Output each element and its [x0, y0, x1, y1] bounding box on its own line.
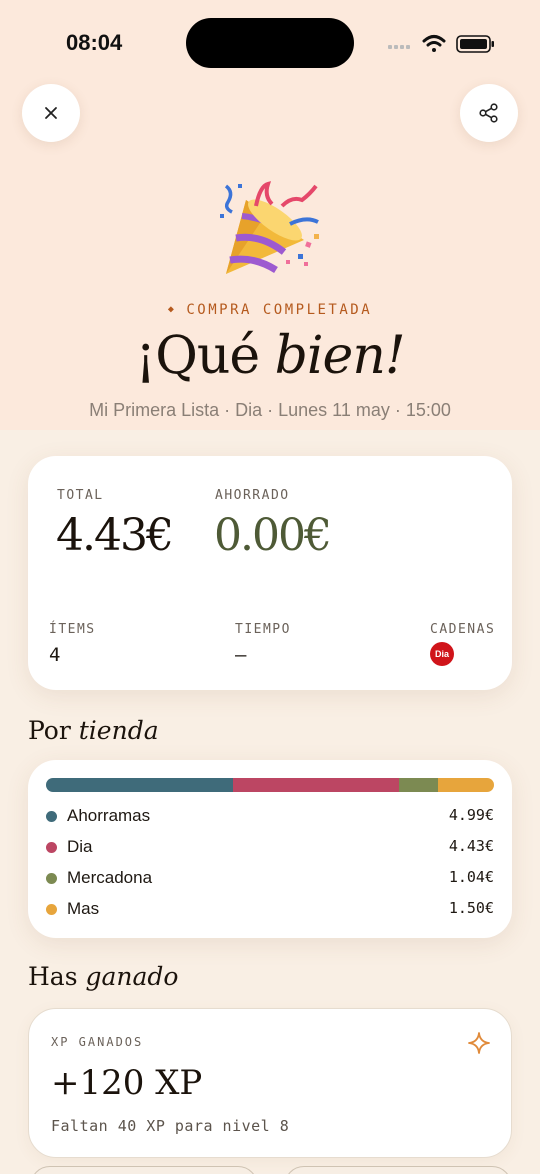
store-amount: 1.04€: [448, 868, 494, 886]
wifi-icon: [422, 35, 446, 52]
store-amount: 1.50€: [448, 899, 494, 917]
store-breakdown-card: Ahorramas 4.99€ Dia 4.43€ Mercadona 1.04€ Mas 1…: [28, 760, 512, 938]
saved-label: AHORRADO: [215, 488, 290, 503]
sparkle-icon: [468, 1032, 490, 1054]
items-value: 4: [49, 644, 61, 666]
store-color-dot: [46, 842, 57, 853]
share-icon: [479, 103, 498, 123]
store-bar-segment: [46, 778, 233, 792]
time-value: –: [235, 644, 247, 666]
store-name: Mercadona: [67, 868, 153, 887]
diamond-icon: ◆: [167, 304, 177, 315]
store-legend-row: Ahorramas 4.99€: [46, 804, 494, 828]
signal-icon: [388, 45, 410, 49]
store-legend-row: Dia 4.43€: [46, 835, 494, 859]
chains-label: CADENAS: [430, 622, 496, 637]
battery-icon: [456, 35, 494, 53]
purchase-details: Mi Primera Lista · Dia · Lunes 11 may · …: [89, 400, 451, 420]
close-icon: [45, 107, 57, 119]
total-label: TOTAL: [57, 488, 104, 503]
store-color-dot: [46, 873, 57, 884]
earned-title-text: Has: [28, 962, 86, 991]
store-bar-segment: [398, 778, 438, 792]
store-legend-row: Mercadona 1.04€: [46, 866, 494, 890]
total-value: 4.43€: [56, 510, 174, 561]
action-button-right[interactable]: [284, 1166, 512, 1174]
store-name: Dia: [67, 837, 93, 856]
store-bar-segment: [232, 778, 399, 792]
store-amount: 4.99€: [448, 806, 494, 824]
party-popper-icon: [220, 181, 319, 274]
xp-card: XP GANADOS +120 XP Faltan 40 XP para niv…: [28, 1008, 512, 1158]
status-icons: [388, 35, 494, 53]
by-store-title: Por tienda: [28, 716, 159, 745]
store-color-dot: [46, 811, 57, 822]
action-button-left[interactable]: [30, 1166, 258, 1174]
by-store-title-emphasis: tienda: [78, 716, 159, 745]
eyebrow-text: COMPRA COMPLETADA: [186, 302, 373, 318]
xp-label: XP GANADOS: [51, 1035, 144, 1049]
close-button[interactable]: [22, 84, 80, 142]
completed-eyebrow: ◆ COMPRA COMPLETADA: [0, 302, 540, 318]
by-store-title-text: Por: [28, 716, 79, 745]
status-time: 08:04: [66, 30, 123, 55]
page-title: ¡Qué bien!: [0, 326, 540, 386]
store-share-bar: [46, 778, 494, 792]
earned-title: Has ganado: [28, 962, 178, 991]
headline-text: ¡Qué: [135, 326, 275, 386]
store-color-dot: [46, 904, 57, 915]
summary-card: TOTAL 4.43€ AHORRADO 0.00€ ÍTEMS 4 TIEMP…: [28, 456, 512, 690]
dia-logo: Dia: [430, 642, 454, 666]
store-bar-segment: [437, 778, 494, 792]
store-legend-row: Mas 1.50€: [46, 897, 494, 921]
items-label: ÍTEMS: [49, 622, 96, 637]
store-name: Ahorramas: [67, 806, 151, 825]
dynamic-island: [186, 18, 354, 68]
store-name: Mas: [67, 899, 100, 918]
store-amount: 4.43€: [448, 837, 494, 855]
saved-value: 0.00€: [214, 510, 332, 561]
share-button[interactable]: [460, 84, 518, 142]
time-label: TIEMPO: [235, 622, 291, 637]
earned-title-emphasis: ganado: [85, 962, 179, 991]
xp-progress-text: Faltan 40 XP para nivel 8: [51, 1117, 290, 1135]
xp-value: +120 XP: [51, 1063, 203, 1103]
headline-emphasis: bien!: [274, 326, 406, 386]
